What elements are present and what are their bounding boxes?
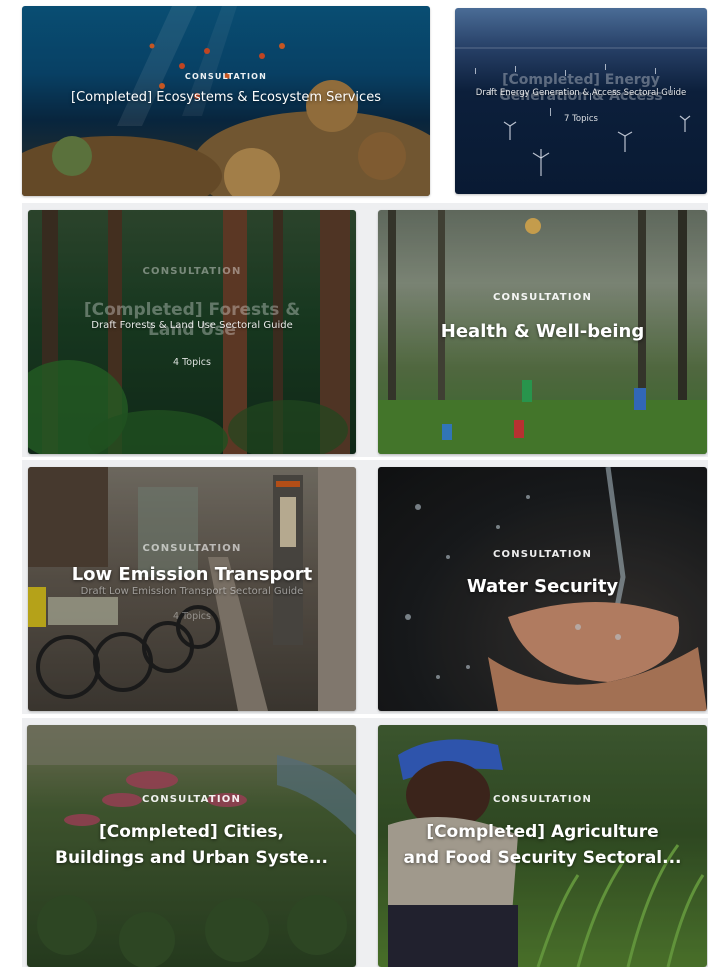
- card-water-title: Water Security: [466, 576, 619, 597]
- card-agriculture[interactable]: CONSULTATION [Completed] Agriculture and…: [378, 725, 707, 967]
- card-ecosystems-title: [Completed] Ecosystems & Ecosystem Servi…: [71, 90, 381, 105]
- card-agriculture-title-line1: [Completed] Agriculture: [426, 822, 659, 842]
- card-agriculture-title-line2: and Food Security Sectoral...: [403, 848, 682, 868]
- card-cities-kicker: CONSULTATION: [141, 794, 242, 805]
- card-ecosystems[interactable]: CONSULTATION [Completed] Ecosystems & Ec…: [22, 6, 430, 196]
- card-health-title: Health & Well-being: [440, 321, 645, 342]
- card-health-kicker: CONSULTATION: [492, 292, 593, 303]
- card-cities-title-line1: [Completed] Cities,: [98, 822, 285, 842]
- card-energy[interactable]: [Completed] Energy Generation & Access D…: [455, 8, 707, 194]
- card-energy-topics: 7 Topics: [564, 114, 598, 124]
- card-forests[interactable]: CONSULTATION [Completed] Forests & Land …: [28, 210, 356, 454]
- card-cities[interactable]: CONSULTATION [Completed] Cities, Buildin…: [27, 725, 356, 967]
- card-cities-title-line2: Buildings and Urban Syste...: [54, 848, 328, 868]
- card-agriculture-kicker: CONSULTATION: [492, 794, 593, 805]
- card-transport-kicker: CONSULTATION: [142, 543, 242, 554]
- card-water[interactable]: CONSULTATION Water Security: [378, 467, 707, 711]
- card-forests-topics: 4 Topics: [173, 357, 211, 368]
- card-forests-kicker: CONSULTATION: [142, 266, 242, 277]
- card-energy-subtitle: Draft Energy Generation & Access Sectora…: [475, 88, 687, 98]
- card-transport[interactable]: CONSULTATION Low Emission Transport Draf…: [28, 467, 356, 711]
- card-ecosystems-kicker: CONSULTATION: [184, 72, 268, 81]
- card-transport-title: Low Emission Transport: [71, 564, 313, 585]
- card-forests-subtitle: Draft Forests & Land Use Sectoral Guide: [91, 320, 293, 331]
- card-transport-topics: 4 Topics: [173, 611, 211, 622]
- card-health[interactable]: CONSULTATION Health & Well-being: [378, 210, 707, 454]
- card-transport-subtitle: Draft Low Emission Transport Sectoral Gu…: [80, 586, 304, 597]
- card-water-kicker: CONSULTATION: [492, 549, 593, 560]
